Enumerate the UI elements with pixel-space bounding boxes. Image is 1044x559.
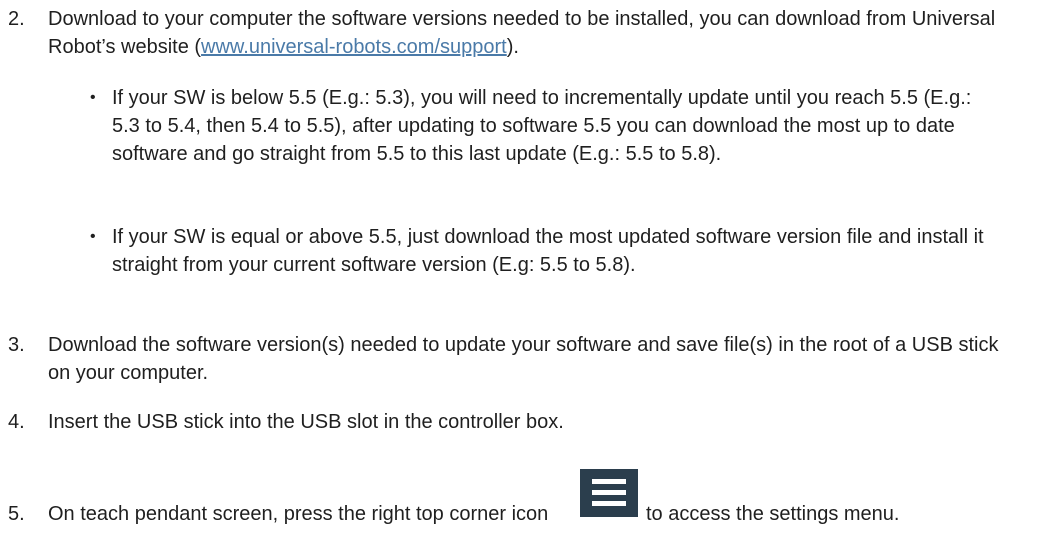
step-number: 5.: [8, 503, 25, 525]
step-text: Download the software version(s) needed …: [48, 334, 999, 384]
step-number: 4.: [8, 411, 25, 433]
step-text: On teach pendant screen, press the right…: [48, 469, 1020, 528]
bullet-icon: •: [90, 89, 96, 106]
support-link[interactable]: www.universal-robots.com/support: [201, 36, 507, 58]
bullet-text: If your SW is below 5.5 (E.g.: 5.3), you…: [112, 87, 972, 165]
step-text: Insert the USB stick into the USB slot i…: [48, 411, 564, 433]
step-number: 2.: [8, 8, 25, 30]
step-text: Download to your computer the software v…: [48, 8, 996, 58]
hamburger-menu-icon: [580, 469, 638, 517]
bullet-text: If your SW is equal or above 5.5, just d…: [112, 226, 984, 276]
step-number: 3.: [8, 334, 25, 356]
bullet-icon: •: [90, 228, 96, 245]
document-page: 2. Download to your computer the softwar…: [0, 0, 1044, 559]
